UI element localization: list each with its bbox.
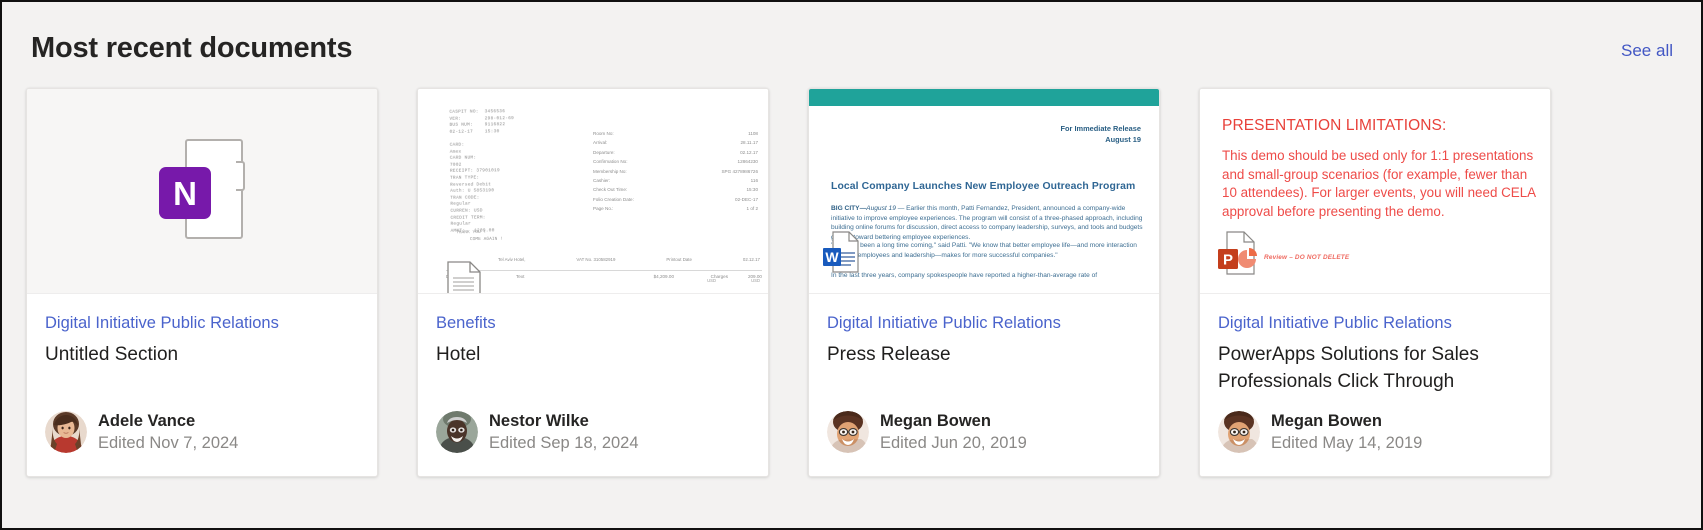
field-label: Confirmation No: <box>593 159 628 165</box>
col-currency-b: USD <box>751 278 760 283</box>
word-headline: Local Company Launches New Employee Outr… <box>831 181 1136 192</box>
word-lead-paragraph: BIG CITY—August 19 — Earlier this month,… <box>831 204 1145 243</box>
document-preview-thumbnail: PRESENTATION LIMITATIONS: This demo shou… <box>1200 89 1550 293</box>
card-edited-date: Edited Sep 18, 2024 <box>489 434 639 453</box>
word-icon: W <box>823 231 859 273</box>
col-amount: $4,209.00 <box>653 274 674 279</box>
document-card[interactable]: PRESENTATION LIMITATIONS: This demo shou… <box>1199 88 1551 477</box>
field-label: Folio Creation Date: <box>593 196 634 202</box>
footer-hotel: Tel Aviv Hotel, <box>498 257 526 262</box>
card-document-title: Untitled Section <box>45 344 179 365</box>
generic-file-icon <box>447 261 481 293</box>
document-accent-band <box>809 89 1159 106</box>
lead-city: BIG CITY— <box>831 205 867 212</box>
field-value: 15:30 <box>746 187 759 193</box>
slide-body-text: This demo should be used only for 1:1 pr… <box>1222 148 1536 219</box>
powerpoint-icon: P <box>1218 231 1257 275</box>
see-all-link[interactable]: See all <box>1621 35 1673 61</box>
field-value: 02-DEC-17 <box>735 196 758 202</box>
card-author-name: Megan Bowen <box>1271 411 1382 430</box>
release-line-2: August 19 <box>1105 135 1141 144</box>
field-label: Page No.: <box>593 206 614 212</box>
slide-note-text: Review – DO NOT DELETE <box>1264 254 1350 261</box>
card-edited-date: Edited Nov 7, 2024 <box>98 434 239 453</box>
receipt-field-list: Room No: 1108 Arrival: 28.11.17 Departure:… <box>593 129 758 214</box>
field-value: 1 of 2 <box>746 206 759 212</box>
word-last-paragraph: In the last three years, company spokesp… <box>831 272 1098 279</box>
svg-text:P: P <box>1223 252 1233 269</box>
document-card[interactable]: N Digital Initiative Public Relations Un… <box>26 88 378 477</box>
card-site-link[interactable]: Digital Initiative Public Relations <box>827 312 1141 334</box>
card-site-link[interactable]: Benefits <box>436 312 750 334</box>
card-author-footer: Megan Bowen Edited Jun 20, 2019 <box>827 411 1141 476</box>
footer-printout-date: 02.12.17 <box>742 257 760 262</box>
slide-title: PRESENTATION LIMITATIONS: <box>1222 117 1447 134</box>
card-author-footer: Megan Bowen Edited May 14, 2019 <box>1218 411 1532 476</box>
card-site-link[interactable]: Digital Initiative Public Relations <box>45 312 359 334</box>
document-preview-thumbnail: N <box>27 89 377 293</box>
field-value: 28.11.17 <box>740 140 758 146</box>
avatar <box>436 411 478 454</box>
word-release-header: For Immediate Release August 19 <box>1060 123 1141 145</box>
card-document-title: PowerApps Solutions for Sales Profession… <box>1218 344 1479 392</box>
document-card[interactable]: CASPIT NO: 3456536 VER: 298-012-69 BUS N… <box>417 88 769 477</box>
card-author-footer: Adele Vance Edited Nov 7, 2024 <box>45 411 359 476</box>
card-document-title: Press Release <box>827 344 951 365</box>
col-currency-a: USD <box>707 278 716 283</box>
word-quote-paragraph: "This has been a long time coming," said… <box>831 242 1137 259</box>
field-label: Departure: <box>593 149 615 155</box>
receipt-thanks-text: THANK YOU ! COME AGAIN ! <box>455 229 503 243</box>
avatar <box>1218 411 1260 454</box>
field-value: 12864230 <box>737 159 758 165</box>
avatar <box>827 411 869 454</box>
field-label: Check Out Time: <box>593 187 628 193</box>
card-author-name: Adele Vance <box>98 411 196 430</box>
document-preview-thumbnail: CASPIT NO: 3456536 VER: 298-012-69 BUS N… <box>418 89 768 293</box>
card-edited-date: Edited Jun 20, 2019 <box>880 434 1027 453</box>
document-preview-thumbnail: For Immediate Release August 19 Local Co… <box>809 89 1159 293</box>
lead-date: August 19 <box>866 205 896 212</box>
field-value: SPG 4278986726 <box>721 168 758 174</box>
document-card[interactable]: For Immediate Release August 19 Local Co… <box>808 88 1160 477</box>
avatar <box>45 411 87 454</box>
svg-text:W: W <box>825 249 839 265</box>
footer-printout-label: Printout Date <box>666 257 692 262</box>
field-label: Arrival: <box>593 140 608 146</box>
col-text: Text <box>516 274 525 279</box>
section-header: Most recent documents See all <box>4 4 1699 92</box>
field-value: 116 <box>750 178 758 184</box>
field-label: Membership No: <box>593 168 627 174</box>
card-site-link[interactable]: Digital Initiative Public Relations <box>1218 312 1532 334</box>
receipt-footer-line: Tel Aviv Hotel, VAT No. 310582919 Printo… <box>498 257 760 262</box>
release-line-1: For Immediate Release <box>1060 124 1141 133</box>
field-label: Room No: <box>593 131 614 136</box>
document-card-list: N Digital Initiative Public Relations Un… <box>26 88 1677 477</box>
receipt-mono-text: CASPIT NO: 3456536 VER: 298-012-69 BUS N… <box>449 109 515 234</box>
field-value: 02.12.17 <box>740 149 758 155</box>
card-author-footer: Nestor Wilke Edited Sep 18, 2024 <box>436 411 750 476</box>
field-label: Cashier: <box>593 178 611 184</box>
onenote-icon: N <box>159 167 211 219</box>
card-author-name: Nestor Wilke <box>489 411 589 430</box>
field-value: 1108 <box>748 131 758 136</box>
page-frame: Most recent documents See all N Digital … <box>0 0 1703 530</box>
card-edited-date: Edited May 14, 2019 <box>1271 434 1423 453</box>
footer-vat: VAT No. 310582919 <box>576 257 616 262</box>
card-document-title: Hotel <box>436 344 481 365</box>
page-title: Most recent documents <box>31 32 353 64</box>
col-charges: Charges <box>710 274 728 279</box>
card-author-name: Megan Bowen <box>880 411 991 430</box>
